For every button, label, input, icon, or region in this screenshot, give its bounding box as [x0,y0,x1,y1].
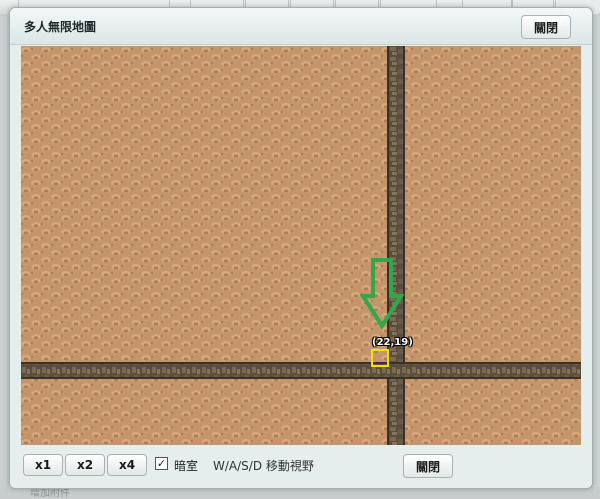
map-viewport[interactable]: (22,19) [21,46,581,445]
darkroom-label: 暗室 [174,459,199,473]
map-dialog: 多人無限地圖 關閉 (22,19) x1 x2 x4 ✓ 暗室 W/A/S/D … [9,7,593,489]
close-button[interactable]: 關閉 [521,15,571,39]
zoom-x4-button[interactable]: x4 [107,454,147,476]
map-canvas [21,46,581,445]
dialog-titlebar[interactable]: 多人無限地圖 關閉 [10,8,592,45]
player-coordinate-label: (22,19) [372,337,413,348]
movement-hint: W/A/S/D 移動視野 [213,459,314,473]
zoom-x2-button[interactable]: x2 [65,454,105,476]
road-vertical [387,46,405,445]
dialog-title: 多人無限地圖 [24,20,97,34]
road-horizontal [21,362,581,379]
sand-terrain [21,46,581,445]
bottom-close-button[interactable]: 關閉 [403,454,453,478]
darkroom-checkbox[interactable]: ✓ [155,457,168,470]
zoom-x1-button[interactable]: x1 [23,454,63,476]
